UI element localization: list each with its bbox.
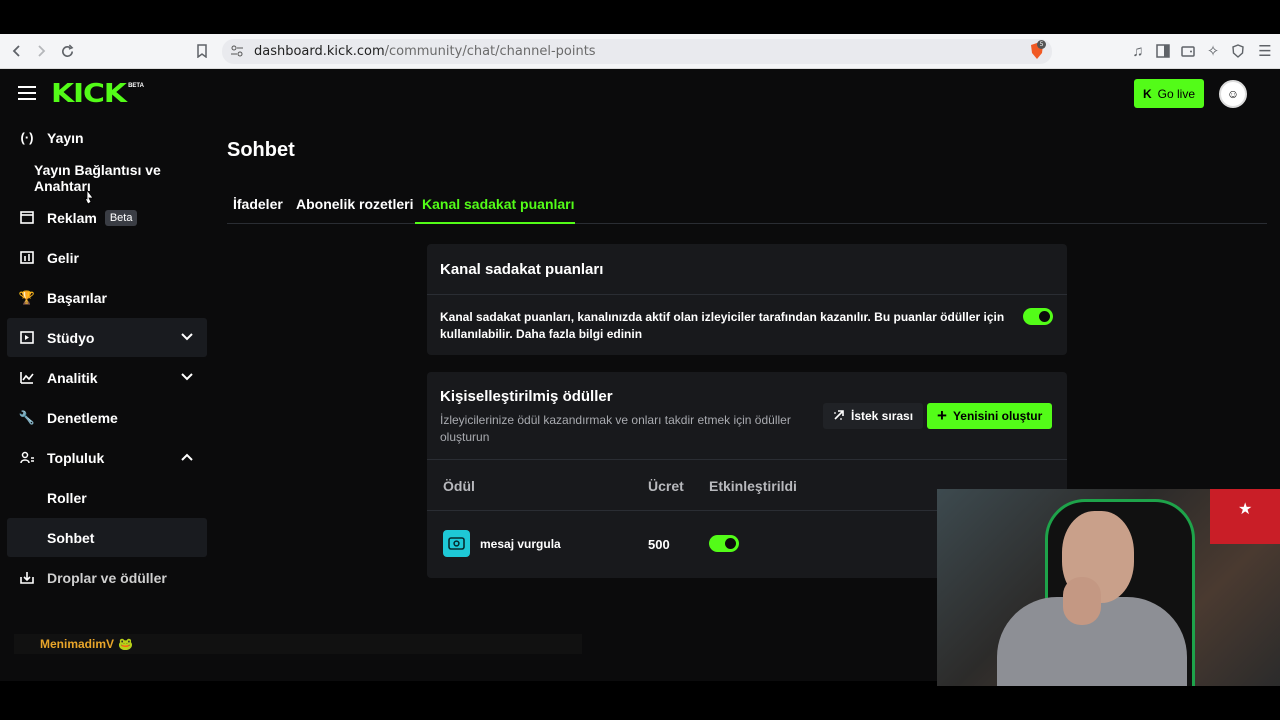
- community-icon: [19, 450, 35, 466]
- reward-name: mesaj vurgula: [480, 537, 561, 551]
- reload-icon[interactable]: [57, 41, 77, 61]
- streamer-hand: [1063, 577, 1101, 625]
- sidebar-item-label: Denetleme: [47, 409, 118, 426]
- stream-chat-overlay: MenimadimV 🐸: [14, 634, 582, 654]
- sidebar-item-sohbet[interactable]: Sohbet: [7, 518, 207, 557]
- revenue-chart-icon: [19, 250, 35, 266]
- sidebar-item-studyo[interactable]: Stüdyo: [7, 318, 207, 357]
- trophy-icon: 🏆: [18, 289, 36, 305]
- sidebar-item-gelir[interactable]: Gelir: [7, 238, 207, 277]
- loyalty-points-toggle[interactable]: [1023, 308, 1053, 325]
- create-reward-button[interactable]: + Yenisini oluştur: [927, 403, 1053, 429]
- sidebar-item-stream-key[interactable]: Yayın Bağlantısı ve Anahtarı: [7, 158, 207, 197]
- webcam-overlay: [937, 489, 1280, 686]
- shield-count-badge: 5: [1037, 40, 1046, 49]
- wallet-icon[interactable]: [1178, 41, 1198, 61]
- reward-cost: 500: [648, 537, 670, 552]
- ad-icon: [19, 210, 35, 226]
- column-header-cost: Ücret: [648, 478, 684, 494]
- rewards-card-subtitle: İzleyicilerinize ödül kazandırmak ve onl…: [440, 413, 791, 444]
- forward-icon[interactable]: [31, 41, 51, 61]
- screen-top-border: [0, 0, 1280, 34]
- sidebar-item-label: Reklam: [47, 209, 97, 226]
- sidebar-item-label: Yayın Bağlantısı ve Anahtarı: [34, 161, 161, 194]
- sidebar-toggle-icon[interactable]: [1153, 41, 1173, 61]
- external-link-icon: [833, 409, 845, 424]
- vpn-icon[interactable]: [1228, 41, 1248, 61]
- back-icon[interactable]: [7, 41, 27, 61]
- chevron-down-icon[interactable]: [179, 329, 195, 345]
- reward-message-icon: [443, 530, 470, 557]
- page-title: Sohbet: [227, 139, 295, 161]
- go-live-label: Go live: [1157, 86, 1196, 101]
- sidebar-item-reklam[interactable]: Reklam Beta: [7, 198, 207, 237]
- column-header-enabled: Etkinleştirildi: [709, 478, 797, 494]
- tab-ifadeler[interactable]: İfadeler: [233, 196, 283, 212]
- drops-icon: [19, 570, 35, 586]
- chevron-down-icon[interactable]: [179, 369, 195, 385]
- sidebar-item-label: Stüdyo: [47, 329, 95, 346]
- chevron-up-icon[interactable]: [179, 449, 195, 465]
- logo-wordmark: KICK: [51, 79, 127, 109]
- screen-bottom-border: [0, 681, 1280, 720]
- chat-username: MenimadimV: [40, 637, 115, 651]
- address-bar[interactable]: dashboard.kick.com/community/chat/channe…: [222, 39, 1052, 64]
- sidebar-item-label: Droplar ve ödüller: [47, 569, 167, 586]
- frog-emote-icon: 🐸: [118, 637, 133, 651]
- kick-k-icon: K: [1142, 86, 1152, 101]
- loyalty-card-description: Kanal sadakat puanları, kanalınızda akti…: [440, 310, 1005, 341]
- tab-bar: İfadeler Abonelik rozetleri Kanal sadaka…: [227, 189, 1267, 224]
- sidebar-item-label: Topluluk: [47, 449, 105, 466]
- create-reward-label: Yenisini oluştur: [952, 409, 1043, 423]
- broadcast-icon: (·): [20, 130, 34, 145]
- loyalty-card-title: Kanal sadakat puanları: [440, 261, 604, 278]
- sidebar-item-yayin[interactable]: (·) Yayın: [7, 118, 207, 157]
- plus-icon: +: [937, 406, 947, 425]
- menu-icon[interactable]: ☰: [1255, 41, 1275, 61]
- request-queue-label: İstek sırası: [851, 409, 914, 423]
- url-host: dashboard.kick.com: [254, 44, 385, 59]
- sidebar-item-label: Analitik: [47, 369, 98, 386]
- mouse-cursor-icon: [84, 189, 94, 205]
- sidebar-item-label: Yayın: [47, 129, 84, 146]
- logo-beta-label: BETA: [128, 83, 144, 89]
- divider: [427, 294, 1067, 295]
- studio-icon: [19, 330, 35, 346]
- media-icon[interactable]: ♫: [1128, 41, 1148, 61]
- column-header-reward: Ödül: [443, 478, 475, 494]
- avatar[interactable]: ☺: [1219, 80, 1247, 108]
- active-tab-indicator: [415, 222, 575, 224]
- rewards-card-title: Kişiselleştirilmiş ödüller: [440, 388, 613, 405]
- sidebar-item-analitik[interactable]: Analitik: [7, 358, 207, 397]
- leo-ai-icon[interactable]: ✧: [1203, 41, 1223, 61]
- divider: [427, 459, 1067, 460]
- sidebar-item-label: Başarılar: [47, 289, 107, 306]
- sidebar-item-droplar[interactable]: Droplar ve ödüller: [7, 558, 207, 597]
- tab-abonelik-rozetleri[interactable]: Abonelik rozetleri: [296, 196, 413, 212]
- go-live-button[interactable]: K Go live: [1134, 79, 1204, 108]
- wrench-icon: 🔧: [18, 409, 36, 425]
- loyalty-points-card: Kanal sadakat puanları Kanal sadakat pua…: [427, 244, 1067, 355]
- sidebar-item-roller[interactable]: Roller: [7, 478, 207, 517]
- turkish-flag: [1210, 489, 1280, 544]
- tab-kanal-sadakat-puanlari[interactable]: Kanal sadakat puanları: [422, 196, 575, 212]
- analytics-icon: [19, 370, 35, 386]
- request-queue-button[interactable]: İstek sırası: [823, 403, 924, 429]
- bookmark-icon[interactable]: [192, 41, 212, 61]
- sidebar-item-topluluk[interactable]: Topluluk: [7, 438, 207, 477]
- beta-badge: Beta: [104, 209, 138, 226]
- url-path: /community/chat/channel-points: [384, 44, 596, 59]
- sidebar-item-label: Gelir: [47, 249, 79, 266]
- sidebar-item-denetleme[interactable]: 🔧 Denetleme: [7, 398, 207, 437]
- sidebar-item-label: Sohbet: [47, 529, 95, 546]
- kick-logo[interactable]: KICK BETA: [51, 81, 144, 107]
- reward-enabled-toggle[interactable]: [709, 535, 739, 552]
- sidebar-item-label: Roller: [47, 489, 87, 506]
- sidebar-item-basarilar[interactable]: 🏆 Başarılar: [7, 278, 207, 317]
- hamburger-menu-icon[interactable]: [18, 86, 36, 100]
- site-settings-icon[interactable]: [230, 44, 244, 58]
- browser-toolbar: dashboard.kick.com/community/chat/channe…: [0, 34, 1280, 69]
